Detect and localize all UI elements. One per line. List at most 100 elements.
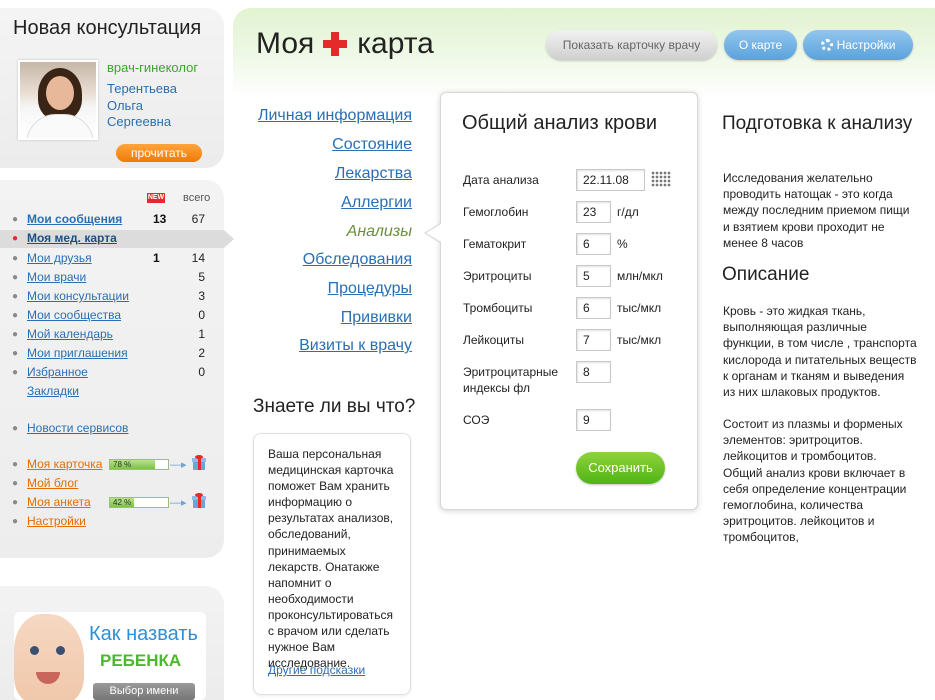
page-title: Моя карта [256, 27, 434, 61]
promo-subtitle: РЕБЕНКА [100, 651, 182, 670]
menu-item-label[interactable]: Мои консультации [27, 289, 129, 303]
menu-item-label[interactable]: Закладки [27, 384, 79, 398]
menu-item-label[interactable]: Мои сообщения [27, 212, 122, 226]
menu-item-doctors[interactable]: ● Мои врачи 5 [0, 269, 224, 287]
show-card-to-doctor-button[interactable]: Показать карточку врачу [546, 30, 717, 60]
menu-item-bookmarks[interactable]: Закладки [0, 383, 224, 401]
menu-item-friends[interactable]: ● Мои друзья 1 14 [0, 250, 224, 268]
description-title: Описание [722, 264, 810, 285]
bullet-icon: ● [12, 291, 19, 302]
tip-text: Ваша персональная медицинская карточка п… [268, 447, 394, 671]
new-count: 1 [153, 251, 160, 265]
unit-label: % [617, 237, 628, 251]
total-count: 0 [198, 365, 205, 379]
bullet-icon: ● [12, 497, 19, 508]
about-card-button[interactable]: О карте [724, 30, 797, 60]
menu-item-settings[interactable]: ● Настройки [0, 513, 224, 531]
progress-fill: 78 % [110, 460, 156, 469]
menu-item-communities[interactable]: ● Мои сообщества 0 [0, 307, 224, 325]
unit-label: тыс/мкл [617, 301, 662, 315]
menu-item-messages[interactable]: ● Мои сообщения 13 67 [0, 211, 224, 229]
description-text-1: Кровь - это жидкая ткань, выполняющая ра… [723, 304, 917, 400]
gear-icon [820, 39, 833, 51]
menu-item-invitations[interactable]: ● Мои приглашения 2 [0, 345, 224, 363]
total-count: 3 [198, 289, 205, 303]
gift-icon[interactable] [192, 455, 206, 470]
bullet-icon: ● [12, 329, 19, 340]
date-input[interactable]: 22.11.08 [576, 169, 645, 191]
profile-progress-bar: 42 % [109, 497, 169, 508]
section-personal-info[interactable]: Личная информация [258, 107, 412, 125]
section-allergies[interactable]: Аллергии [341, 194, 412, 212]
esr-input[interactable]: 9 [576, 409, 611, 431]
title-right: карта [357, 27, 434, 60]
erythrocytes-input[interactable]: 5 [576, 265, 611, 287]
section-condition[interactable]: Состояние [332, 136, 412, 154]
field-label-date: Дата анализа [463, 173, 539, 187]
leukocytes-input[interactable]: 7 [576, 329, 611, 351]
section-medications[interactable]: Лекарства [335, 165, 412, 183]
menu-item-label[interactable]: Моя мед. карта [27, 231, 117, 245]
doctor-name[interactable]: Терентьева Ольга Сергеевна [107, 81, 207, 131]
description-text-2: Состоит из плазмы и форменых элементов: … [723, 417, 907, 545]
erythrocyte-indices-input[interactable]: 8 [576, 361, 611, 383]
menu-item-label[interactable]: Моя анкета [27, 495, 91, 509]
field-label-erythrocytes: Эритроциты [463, 269, 532, 283]
title-left: Моя [256, 27, 315, 60]
settings-button[interactable]: Настройки [803, 30, 913, 60]
section-doctor-visits[interactable]: Визиты к врачу [299, 337, 412, 355]
bullet-icon: ● [12, 348, 19, 359]
consultation-title: Новая консультация [13, 17, 202, 39]
section-vaccinations[interactable]: Прививки [341, 309, 412, 327]
unit-label: г/дл [617, 205, 639, 219]
menu-item-label[interactable]: Новости сервисов [27, 421, 128, 435]
field-label-platelets: Тромбоциты [463, 301, 533, 315]
menu-item-label[interactable]: Мои приглашения [27, 346, 128, 360]
read-button[interactable]: прочитать [116, 144, 202, 162]
menu-item-calendar[interactable]: ● Мой календарь 1 [0, 326, 224, 344]
gift-icon[interactable] [192, 493, 206, 508]
field-label-hematocrit: Гематокрит [463, 237, 527, 251]
form-title: Общий анализ крови [462, 112, 658, 134]
menu-item-label[interactable]: Мой календарь [27, 327, 113, 341]
total-count: 0 [198, 308, 205, 322]
menu-item-service-news[interactable]: ● Новости сервисов [0, 420, 224, 438]
menu-item-favorites[interactable]: ● Избранное 0 [0, 364, 224, 382]
hemoglobin-input[interactable]: 23 [576, 201, 611, 223]
choose-name-button[interactable]: Выбор имени [93, 683, 195, 700]
section-analyses[interactable]: Анализы [347, 223, 412, 241]
platelets-input[interactable]: 6 [576, 297, 611, 319]
bullet-icon: ● [12, 310, 19, 321]
menu-item-my-card[interactable]: ● Моя карточка 78 % —▸ [0, 455, 224, 474]
card-progress-bar: 78 % [109, 459, 169, 470]
calendar-icon[interactable] [651, 171, 671, 187]
total-count: 14 [191, 251, 205, 265]
hematocrit-input[interactable]: 6 [576, 233, 611, 255]
total-count: 2 [198, 346, 205, 360]
menu-item-label[interactable]: Мой блог [27, 476, 78, 490]
new-badge: NEW [147, 193, 165, 203]
bullet-icon: ● [12, 272, 19, 283]
doctor-specialty: врач-гинеколог [107, 60, 199, 75]
unit-label: тыс/мкл [617, 333, 662, 347]
menu-item-label[interactable]: Мои сообщества [27, 308, 121, 322]
unit-label: млн/мкл [617, 269, 663, 283]
menu-item-consultations[interactable]: ● Мои консультации 3 [0, 288, 224, 306]
promo-title: Как назвать [89, 623, 198, 645]
menu-item-label[interactable]: Моя карточка [27, 457, 102, 471]
menu-item-label[interactable]: Мои врачи [27, 270, 86, 284]
tip-title: Знаете ли вы что? [253, 396, 416, 417]
more-tips-link[interactable]: Другие подсказки [268, 663, 365, 677]
menu-item-label[interactable]: Избранное [27, 365, 88, 379]
menu-item-my-blog[interactable]: ● Мой блог [0, 475, 224, 493]
settings-label: Настройки [836, 38, 896, 52]
menu-item-my-profile[interactable]: ● Моя анкета 42 % —▸ [0, 493, 224, 512]
form-pointer-inner [426, 224, 441, 242]
menu-item-label[interactable]: Мои друзья [27, 251, 92, 265]
doctor-photo[interactable] [18, 60, 98, 140]
section-examinations[interactable]: Обследования [303, 251, 412, 269]
section-procedures[interactable]: Процедуры [328, 280, 412, 298]
save-button[interactable]: Сохранить [576, 452, 665, 484]
menu-item-label[interactable]: Настройки [27, 514, 86, 528]
menu-item-medical-card[interactable]: ● Моя мед. карта [0, 230, 234, 248]
